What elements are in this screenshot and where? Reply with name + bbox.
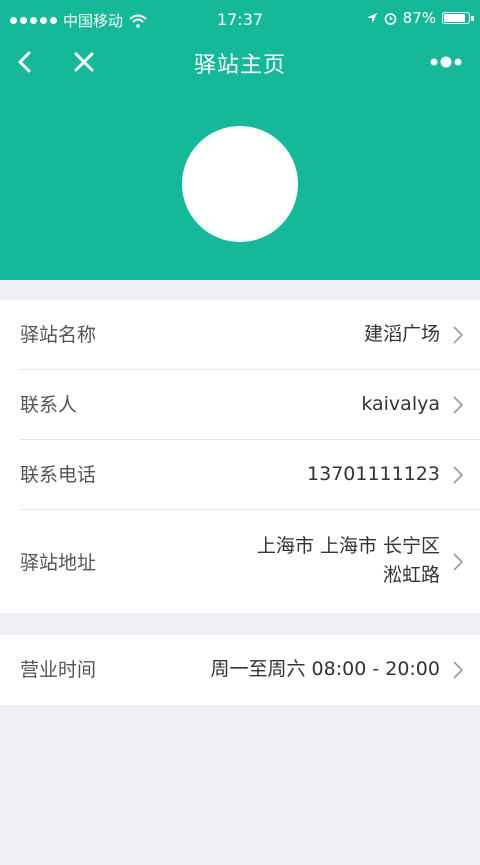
chevron-right-icon [453,396,464,414]
status-bar: 中国移动 17:37 87% [0,0,480,40]
row-label: 营业时间 [20,659,97,681]
station-address-row[interactable]: 驿站地址 上海市 上海市 长宁区 淞虹路 [0,510,480,613]
battery-icon [442,12,474,24]
battery-percent: 87% [402,9,436,27]
hours-group: 营业时间 周一至周六 08:00 - 20:00 [0,635,480,705]
station-avatar[interactable] [182,126,298,242]
row-label: 联系人 [20,394,78,416]
location-arrow-icon [366,13,377,23]
business-hours-row[interactable]: 营业时间 周一至周六 08:00 - 20:00 [0,635,480,705]
row-label: 驿站名称 [20,324,97,346]
address-line-1: 上海市 上海市 长宁区 [256,535,440,557]
row-label: 联系电话 [20,464,97,486]
chevron-right-icon [453,466,464,484]
contact-phone-row[interactable]: 联系电话 13701111123 [0,440,480,510]
page-title: 驿站主页 [193,53,286,78]
alarm-icon [384,12,396,25]
row-value: kaivalya [361,393,440,415]
chevron-right-icon [453,661,464,679]
address-value: 上海市 上海市 长宁区 淞虹路 [257,532,440,590]
row-label: 驿站地址 [20,552,97,574]
navigation-bar: 驿站主页 [0,40,480,84]
chevron-right-icon [453,326,464,344]
row-value: 13701111123 [307,463,440,485]
station-info-group: 驿站名称 建滔广场 联系人 kaivalya 联系电话 13701111123 … [0,300,480,613]
header-banner: 中国移动 17:37 87% 驿站主页 [0,0,480,280]
row-value: 周一至周六 08:00 - 20:00 [210,658,441,680]
chevron-right-icon [453,553,464,571]
station-name-row[interactable]: 驿站名称 建滔广场 [0,300,480,370]
address-line-2: 淞虹路 [382,564,440,586]
row-value: 建滔广场 [363,323,440,345]
contact-person-row[interactable]: 联系人 kaivalya [0,370,480,440]
more-dots-icon[interactable] [426,46,466,78]
